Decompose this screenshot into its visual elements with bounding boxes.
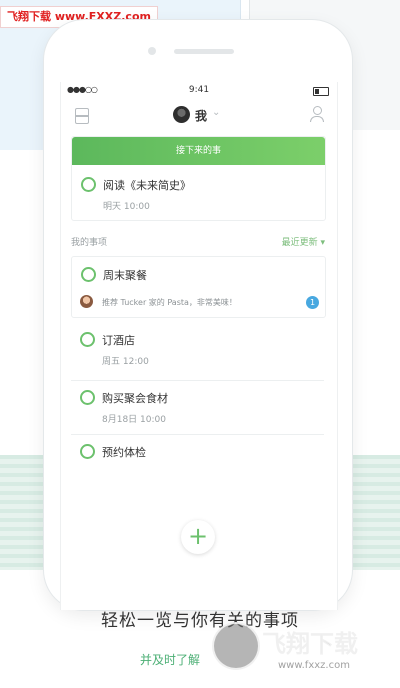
list-item[interactable]: 订酒店 周五 12:00 [71, 330, 324, 376]
menu-icon[interactable] [75, 108, 89, 124]
watermark-logo: 飞翔下载 www.fxxz.com [212, 616, 390, 682]
task-time: 8月18日 10:00 [102, 415, 166, 425]
task-title: 订酒店 [102, 334, 135, 347]
task-checkbox[interactable] [80, 332, 95, 347]
comment-text: 推荐 Tucker 家的 Pasta，非常美味！ [102, 298, 237, 307]
phone-mockup: ●●●○○ 9:41 我 ⌄ 接下来的事 阅读《未来简史》 明天 10:00 我… [44, 20, 352, 610]
camera-icon [148, 47, 156, 55]
task-checkbox[interactable] [80, 444, 95, 459]
task-checkbox[interactable] [81, 267, 96, 282]
divider [71, 380, 324, 381]
speaker-grille [174, 49, 234, 54]
sort-dropdown[interactable]: 最近更新 ▾ [282, 235, 325, 248]
profile-icon[interactable] [309, 106, 325, 124]
list-item[interactable]: 周末聚餐 推荐 Tucker 家的 Pasta，非常美味！ 1 [71, 256, 326, 318]
battery-icon [313, 87, 329, 96]
task-checkbox[interactable] [81, 177, 96, 192]
profile-icon-head [313, 106, 322, 115]
task-title: 购买聚会食材 [102, 392, 168, 405]
task-title: 阅读《未来简史》 [103, 179, 191, 192]
logo-icon [212, 622, 260, 670]
section-label: 我的事项 [71, 238, 108, 248]
logo-url: www.fxxz.com [278, 660, 350, 671]
task-time: 明天 10:00 [103, 202, 150, 212]
profile-icon-body [310, 116, 324, 122]
add-task-button[interactable]: + [181, 520, 215, 554]
task-time: 周五 12:00 [102, 357, 149, 367]
avatar [80, 295, 93, 308]
status-bar: ●●●○○ 9:41 [61, 82, 337, 100]
chevron-down-icon[interactable]: ⌄ [212, 107, 220, 118]
next-banner: 接下来的事 [72, 137, 325, 165]
comment-count-badge: 1 [306, 296, 319, 309]
nav-title[interactable]: 我 [195, 107, 207, 124]
app-screen: ●●●○○ 9:41 我 ⌄ 接下来的事 阅读《未来简史》 明天 10:00 我… [60, 82, 338, 610]
list-item[interactable]: 预约体检 [71, 442, 324, 476]
avatar[interactable] [173, 106, 190, 123]
divider [71, 434, 324, 435]
status-time: 9:41 [188, 85, 210, 95]
list-item[interactable]: 购买聚会食材 8月18日 10:00 [71, 388, 324, 434]
nav-bar: 我 ⌄ [61, 102, 337, 132]
task-title: 预约体检 [102, 446, 146, 459]
logo-text: 飞翔下载 [262, 630, 359, 659]
task-title: 周末聚餐 [103, 269, 147, 282]
next-task-card[interactable]: 接下来的事 阅读《未来简史》 明天 10:00 [71, 136, 326, 221]
task-checkbox[interactable] [80, 390, 95, 405]
